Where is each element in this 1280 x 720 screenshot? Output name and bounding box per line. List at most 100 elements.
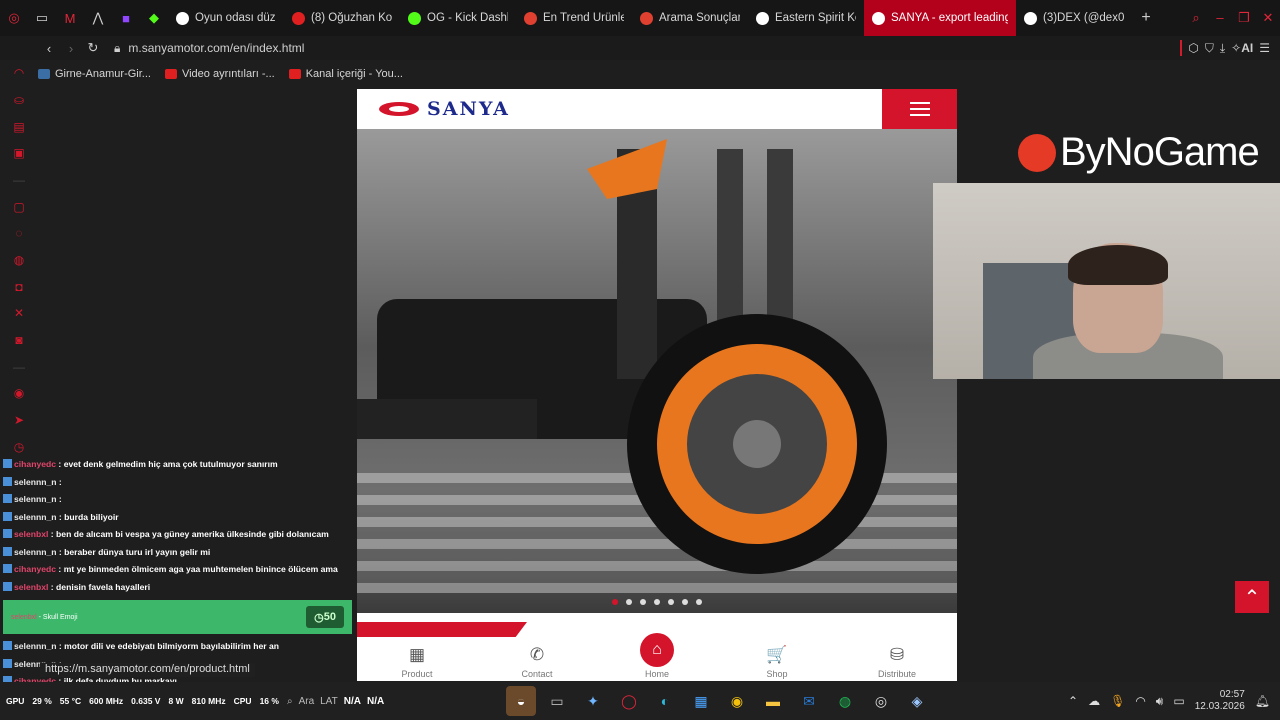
badge-icon	[3, 564, 12, 573]
carousel-dot[interactable]	[640, 599, 646, 605]
food-icon[interactable]: ◒	[506, 686, 536, 716]
bookmarks-bar: Girne-Anamur-Gir... Video ayrıntıları -.…	[38, 62, 403, 86]
volume-icon[interactable]: 🔊︎	[1156, 694, 1164, 709]
tab-label: (3)DEX (@dex09	[1043, 12, 1124, 24]
clock[interactable]: 02:57 12.03.2026	[1195, 689, 1245, 713]
chat-text: beraber dünya turu irl yayın gelir mi	[64, 546, 211, 557]
nav-distribute[interactable]: ⛁ Distribute	[857, 645, 937, 681]
nav-contact[interactable]: ✆ Contact	[497, 645, 577, 681]
chat-username[interactable]: selennn_n	[14, 547, 57, 557]
edge-icon[interactable]: ◐	[650, 686, 680, 716]
x-icon[interactable]: ✕	[0, 300, 38, 327]
tab-overview-icon[interactable]: ▭	[28, 0, 56, 36]
shopify-icon[interactable]: ◆	[140, 0, 168, 36]
browser-tab[interactable]: Eastern Spirit Ke	[748, 0, 864, 36]
file-explorer-icon[interactable]: ▭	[542, 686, 572, 716]
obs-icon[interactable]: ◎	[866, 686, 896, 716]
new-tab-button[interactable]: +	[1132, 9, 1160, 27]
twitch-icon[interactable]: ■	[112, 0, 140, 36]
carousel-dot[interactable]	[654, 599, 660, 605]
logo-text: SANYA	[427, 98, 510, 120]
chat-username[interactable]: selenbxl	[14, 582, 48, 592]
search-icon[interactable]: ⌕	[287, 696, 293, 707]
crypto-wallet-icon[interactable]: ⛀	[0, 87, 38, 114]
url-field[interactable]: m.sanyamotor.com/en/index.html	[128, 41, 304, 55]
reload-button[interactable]: ↻	[82, 40, 104, 56]
chat-username[interactable]: cihanyedc	[14, 459, 56, 469]
tab-favicon-icon	[292, 11, 305, 25]
instagram-icon[interactable]: ◘	[0, 273, 38, 300]
chat-username[interactable]: selennn_n	[14, 641, 57, 651]
chrome-icon[interactable]: ◉	[722, 686, 752, 716]
cloud-icon[interactable]: ☁	[1088, 694, 1100, 708]
browser-tab[interactable]: Arama Sonuçları	[632, 0, 748, 36]
chat-username[interactable]: cihanyedc	[14, 564, 56, 574]
download-icon[interactable]: ⤓	[1220, 41, 1225, 56]
hw-stat: 600 MHz	[89, 696, 124, 706]
close-button[interactable]: ✕	[1256, 10, 1280, 26]
chat-username[interactable]: selenbxl	[14, 529, 48, 539]
minimize-button[interactable]: –	[1208, 10, 1232, 26]
whatsapp-icon[interactable]: ◍	[0, 247, 38, 274]
browser-tab[interactable]: OG - Kick Dashb	[400, 0, 516, 36]
wallet-icon[interactable]: ⛉	[1205, 41, 1214, 56]
store-icon[interactable]: ▦	[686, 686, 716, 716]
sanya-logo[interactable]: SANYA	[379, 98, 510, 120]
browser-tab[interactable]: SANYA - export leading b	[864, 0, 1016, 36]
scroll-to-top-button[interactable]: ⌃	[1235, 581, 1269, 613]
opera-menu-icon[interactable]: ◎	[0, 0, 28, 36]
chat-username[interactable]: selennn_n	[14, 494, 57, 504]
pinboard-icon[interactable]: ▤	[0, 113, 38, 140]
browser-tab[interactable]: Oyun odası düze	[168, 0, 284, 36]
forward-button[interactable]: ›	[60, 41, 82, 56]
discord-icon[interactable]: ◙	[0, 327, 38, 354]
carousel-dot[interactable]	[626, 599, 632, 605]
chevron-up-icon[interactable]: ⌃	[1068, 694, 1078, 708]
chat-username[interactable]: selennn_n	[14, 477, 57, 487]
steam-icon[interactable]: ◈	[902, 686, 932, 716]
notification-icon[interactable]: 🔔︎	[1255, 694, 1270, 708]
taskbar-search[interactable]: Ara	[299, 696, 315, 707]
nav-home[interactable]: ⌂ Home	[617, 633, 697, 681]
nav-label: Home	[644, 669, 669, 679]
maximize-button[interactable]: ❐	[1232, 10, 1256, 26]
battery-icon[interactable]: ▭	[1173, 694, 1184, 708]
carousel-dot[interactable]	[696, 599, 702, 605]
wifi-icon[interactable]: ◠	[1135, 694, 1145, 708]
ai-button[interactable]: ✧AI	[1231, 41, 1253, 55]
browser-tab[interactable]: (8) Oğuzhan Koç	[284, 0, 400, 36]
opera-icon[interactable]: ◯	[614, 686, 644, 716]
spotify-icon[interactable]: ◍	[830, 686, 860, 716]
na-value: N/A	[343, 695, 361, 707]
messenger-icon[interactable]: ◌	[0, 220, 38, 247]
player-icon[interactable]: ▣	[0, 140, 38, 167]
chat-message: cihanyedc : evet denk gelmedim hiç ama ç…	[0, 456, 355, 474]
outlook-icon[interactable]: ✉	[794, 686, 824, 716]
bookmark-item[interactable]: Girne-Anamur-Gir...	[38, 68, 151, 80]
nav-shop[interactable]: 🛒 Shop	[737, 645, 817, 681]
aria-icon[interactable]: ◠	[0, 60, 38, 87]
easy-setup-icon[interactable]: ☰	[1259, 41, 1270, 55]
back-button[interactable]: ‹	[38, 41, 60, 56]
mic-icon[interactable]: 🎙︎	[1110, 694, 1125, 708]
browser-tab[interactable]: (3)DEX (@dex09	[1016, 0, 1132, 36]
copilot-icon[interactable]: ✦	[578, 686, 608, 716]
hamburger-menu-button[interactable]	[882, 89, 957, 129]
gmail-icon[interactable]: M	[56, 0, 84, 36]
music-icon[interactable]: ◉	[0, 380, 38, 407]
na-value: N/A	[366, 695, 385, 707]
carousel-dot[interactable]	[682, 599, 688, 605]
folder-icon[interactable]: ▬	[758, 686, 788, 716]
nav-product[interactable]: ▦ Product	[377, 645, 457, 681]
bookmark-item[interactable]: Video ayrıntıları -...	[164, 68, 275, 80]
carousel-dot[interactable]	[668, 599, 674, 605]
send-icon[interactable]: ➤	[0, 407, 38, 434]
bookmark-item[interactable]: Kanal içeriği - You...	[288, 68, 403, 80]
browser-tab[interactable]: En Trend Ürünle	[516, 0, 632, 36]
twitch-sidebar-icon[interactable]: ▢	[0, 193, 38, 220]
chat-username[interactable]: selennn_n	[14, 512, 57, 522]
search-tabs-icon[interactable]: ⌕	[1184, 10, 1208, 26]
kick-icon[interactable]: ⋀	[84, 0, 112, 36]
carousel-dot[interactable]	[612, 599, 618, 605]
extensions-icon[interactable]: ⬡	[1188, 41, 1198, 55]
